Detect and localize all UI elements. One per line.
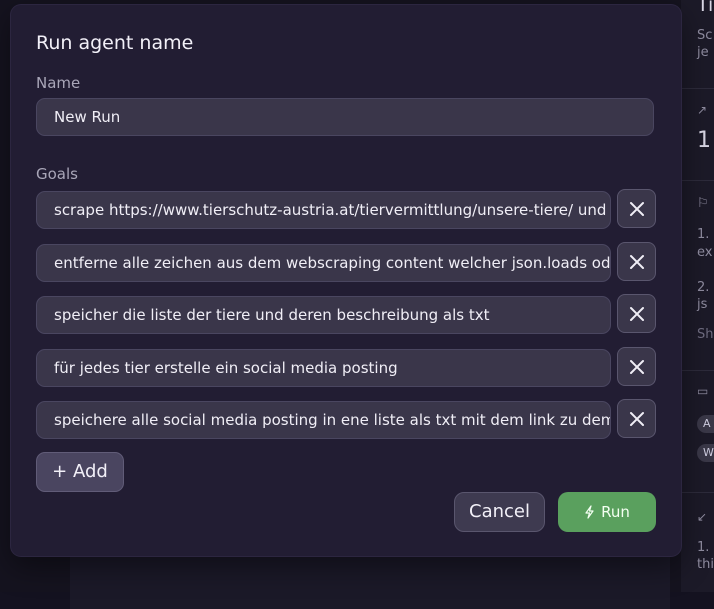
name-input[interactable]: New Run <box>36 98 654 136</box>
goal-row: speicher die liste der tiere und deren b… <box>36 294 656 336</box>
goal-input[interactable]: für jedes tier erstelle ein social media… <box>36 349 611 387</box>
goal-input[interactable]: entferne alle zeichen aus dem webscrapin… <box>36 244 611 282</box>
name-label: Name <box>36 74 81 92</box>
collapse-icon: ↙ <box>697 510 708 524</box>
remove-goal-button[interactable] <box>617 347 656 386</box>
panel-text: ex <box>697 245 713 260</box>
add-goal-button[interactable]: + Add <box>36 452 124 492</box>
panel-divider <box>681 88 714 89</box>
dialog-title: Run agent name <box>36 32 194 54</box>
close-icon <box>629 201 644 216</box>
panel-text: 1 <box>697 128 711 153</box>
panel-text: js <box>697 297 708 312</box>
run-button-label: Run <box>601 503 630 521</box>
goal-row: scrape https://www.tierschutz-austria.at… <box>36 189 656 231</box>
remove-goal-button[interactable] <box>617 294 656 333</box>
panel-text: Sc <box>697 28 713 43</box>
remove-goal-button[interactable] <box>617 399 656 438</box>
run-button[interactable]: Run <box>558 492 656 532</box>
goal-input[interactable]: speicher die liste der tiere und deren b… <box>36 296 611 334</box>
remove-goal-button[interactable] <box>617 189 656 228</box>
cancel-button[interactable]: Cancel <box>454 492 545 532</box>
flag-icon: ⚐ <box>697 196 709 211</box>
panel-text: 1. <box>697 540 710 555</box>
panel-text: 1. <box>697 227 710 242</box>
panel-text: Sh <box>697 327 714 342</box>
panel-text: je <box>697 45 709 60</box>
panel-divider <box>681 180 714 181</box>
goal-row: für jedes tier erstelle ein social media… <box>36 347 656 389</box>
panel-pill: A <box>697 415 714 433</box>
panel-divider <box>681 492 714 493</box>
lightning-icon <box>585 505 594 519</box>
goal-input[interactable]: speichere alle social media posting in e… <box>36 401 611 439</box>
close-icon <box>629 359 644 374</box>
run-agent-dialog: Run agent name Name New Run Goals scrape… <box>11 5 681 556</box>
briefcase-icon: ▭ <box>697 384 709 398</box>
trend-icon: ↗ <box>697 103 708 117</box>
panel-text: thi <box>697 557 714 572</box>
remove-goal-button[interactable] <box>617 242 656 281</box>
close-icon <box>629 306 644 321</box>
panel-divider <box>681 370 714 371</box>
panel-text: 2. <box>697 280 710 295</box>
close-icon <box>629 411 644 426</box>
goals-label: Goals <box>36 165 78 183</box>
background-side-panel: Ti Sc je ↗ 1 ⚐ 1. ex 2. js Sh ▭ A W ↙ 1.… <box>681 0 714 592</box>
panel-text: Ti <box>697 0 714 16</box>
background-card <box>70 548 670 609</box>
goal-row: entferne alle zeichen aus dem webscrapin… <box>36 242 656 284</box>
goal-row: speichere alle social media posting in e… <box>36 399 656 441</box>
close-icon <box>629 254 644 269</box>
panel-pill: W <box>697 444 714 462</box>
goal-input[interactable]: scrape https://www.tierschutz-austria.at… <box>36 191 611 229</box>
